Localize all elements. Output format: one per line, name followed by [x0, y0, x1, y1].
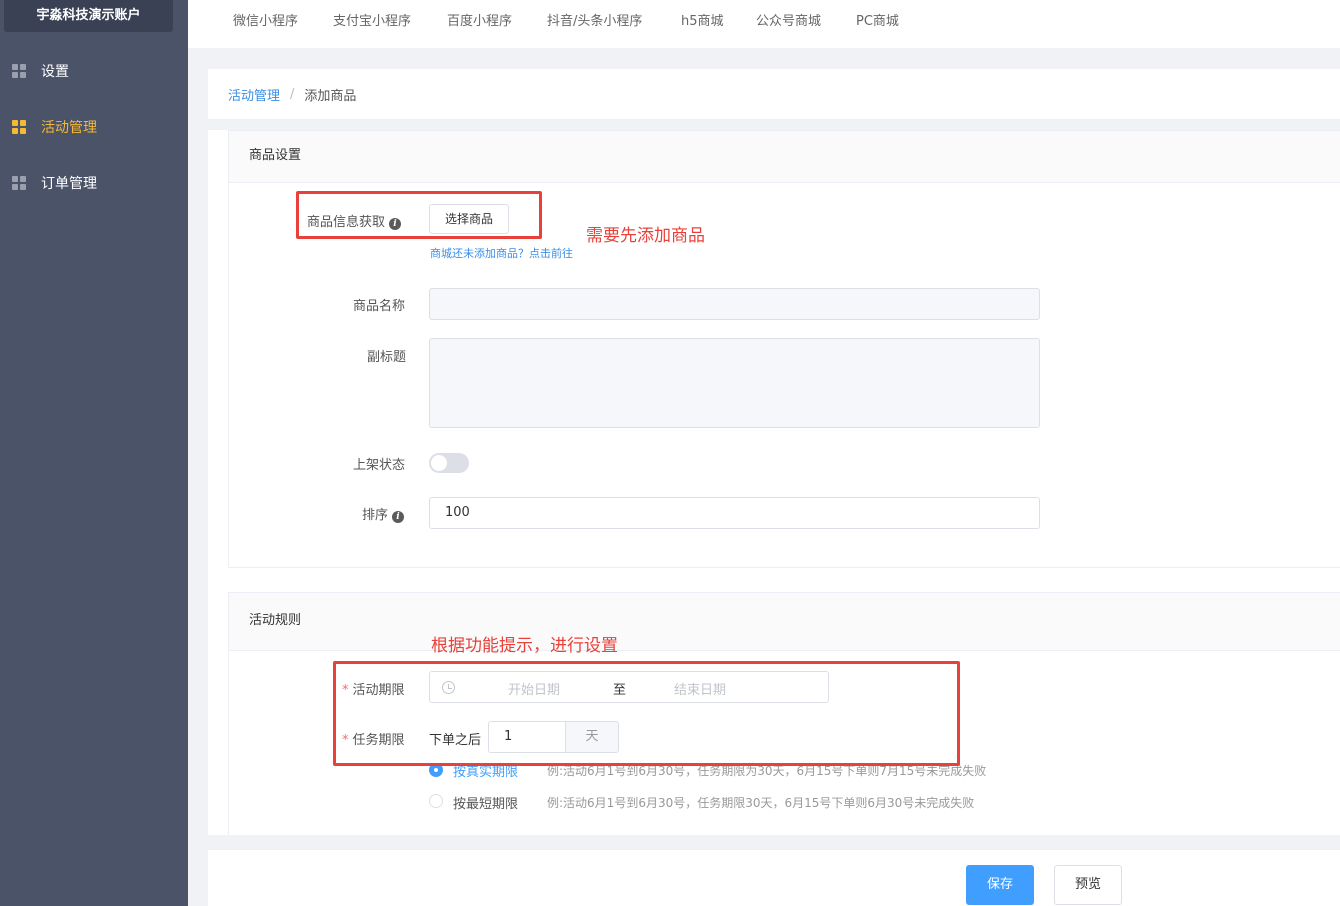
listing-status-switch[interactable]: [429, 453, 469, 473]
real-period-desc: 例:活动6月1号到6月30号，任务期限为30天，6月15号下单则7月15号未完成…: [547, 764, 987, 778]
sidebar: 宇淼科技演示账户 设置 活动管理 订单管理: [0, 0, 188, 906]
footer-bar: 保存 预览: [208, 850, 1340, 906]
breadcrumb-current: 添加商品: [304, 88, 357, 104]
shortest-period-label[interactable]: 按最短期限: [453, 793, 518, 812]
activity-date-range[interactable]: 开始日期 至 结束日期: [429, 671, 829, 703]
tab-h5-mall[interactable]: h5商城: [681, 10, 724, 29]
activity-period-label: * 活动期限: [342, 679, 405, 698]
clock-icon: [442, 681, 455, 694]
save-button[interactable]: 保存: [966, 865, 1034, 905]
subtitle-label: 副标题: [367, 350, 407, 365]
account-name[interactable]: 宇淼科技演示账户: [4, 0, 173, 32]
info-icon[interactable]: i: [392, 511, 405, 523]
tab-alipay-miniprogram[interactable]: 支付宝小程序: [333, 10, 411, 29]
card-title: 商品设置: [229, 131, 1340, 183]
grid-icon: [12, 176, 26, 190]
activity-period-label-text: 活动期限: [352, 683, 405, 698]
tab-wechat-miniprogram[interactable]: 微信小程序: [233, 10, 298, 29]
goods-info-label: 商品信息获取 i: [307, 211, 402, 230]
annotation-setup-hint: 根据功能提示，进行设置: [431, 636, 618, 656]
tab-baidu-miniprogram[interactable]: 百度小程序: [447, 10, 512, 29]
goods-info-label-text: 商品信息获取: [307, 215, 386, 230]
sort-label-text: 排序: [362, 508, 389, 523]
sidebar-item-order-management[interactable]: 订单管理: [0, 163, 188, 203]
grid-icon: [12, 120, 26, 134]
task-prefix: 下单之后: [429, 733, 482, 748]
real-period-label[interactable]: 按真实期限: [453, 761, 518, 780]
platform-tabs: 微信小程序 支付宝小程序 百度小程序 抖音/头条小程序 h5商城 公众号商城 P…: [188, 0, 1340, 48]
task-period-label: * 任务期限: [342, 729, 405, 748]
sort-input[interactable]: 100: [429, 497, 1040, 529]
goods-name-input[interactable]: [429, 288, 1040, 320]
goods-name-label: 商品名称: [353, 299, 406, 314]
preview-button[interactable]: 预览: [1054, 865, 1122, 905]
card-title: 活动规则: [229, 593, 1340, 651]
sidebar-item-settings[interactable]: 设置: [0, 51, 188, 91]
subtitle-textarea[interactable]: [429, 338, 1040, 428]
listing-status-label: 上架状态: [353, 458, 406, 473]
end-date-placeholder[interactable]: 结束日期: [674, 679, 726, 698]
task-days-input[interactable]: 1: [488, 721, 566, 753]
breadcrumb-parent[interactable]: 活动管理: [228, 85, 280, 104]
required-mark: *: [342, 733, 349, 748]
task-period-label-text: 任务期限: [352, 733, 405, 748]
shortest-period-radio[interactable]: [429, 794, 443, 808]
tab-official-account-mall[interactable]: 公众号商城: [756, 10, 821, 29]
tab-douyin-miniprogram[interactable]: 抖音/头条小程序: [547, 10, 642, 29]
sidebar-item-label: 活动管理: [41, 120, 97, 136]
shortest-period-desc: 例:活动6月1号到6月30号，任务期限30天，6月15号下单则6月30号未完成失…: [547, 796, 975, 810]
tab-pc-mall[interactable]: PC商城: [856, 10, 899, 29]
range-separator: 至: [613, 683, 627, 698]
required-mark: *: [342, 683, 349, 698]
start-date-placeholder[interactable]: 开始日期: [508, 679, 560, 698]
grid-icon: [12, 64, 26, 78]
sidebar-item-activity-management[interactable]: 活动管理: [0, 107, 188, 147]
breadcrumb-separator: /: [290, 86, 295, 102]
task-unit: 天: [565, 721, 619, 753]
breadcrumb: 活动管理 / 添加商品: [208, 69, 1340, 119]
sidebar-item-label: 订单管理: [41, 176, 97, 192]
main-panel: 商品设置 商品信息获取 i 选择商品 商城还未添加商品？点击前往 商品名称 副标题…: [208, 130, 1340, 835]
sort-label: 排序 i: [362, 504, 405, 523]
annotation-add-goods-first: 需要先添加商品: [586, 226, 705, 246]
real-period-radio[interactable]: [429, 763, 443, 777]
add-goods-link[interactable]: 商城还未添加商品？点击前往: [430, 245, 573, 261]
sidebar-item-label: 设置: [41, 64, 69, 80]
select-goods-button[interactable]: 选择商品: [429, 204, 509, 234]
info-icon[interactable]: i: [389, 218, 402, 230]
